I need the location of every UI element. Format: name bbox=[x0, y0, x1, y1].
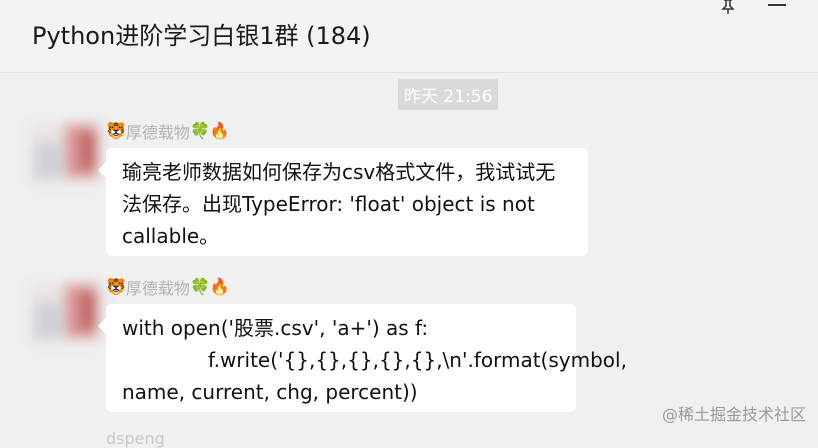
chat-header: Python进阶学习白银1群 (184) bbox=[0, 0, 818, 73]
message-line: callable。 bbox=[122, 224, 220, 248]
fire-emoji-icon: 🔥 bbox=[209, 277, 230, 296]
message-line: f.write('{},{},{},{},{},\n'.format(symbo… bbox=[208, 348, 627, 372]
sender-name: 🐯 厚德载物 🍀 🔥 bbox=[106, 275, 230, 299]
minimize-icon[interactable] bbox=[768, 4, 786, 6]
fire-emoji-icon: 🔥 bbox=[209, 121, 230, 140]
sender-name-partial: dspeng bbox=[106, 429, 165, 448]
message-bubble[interactable]: 瑜亮老师数据如何保存为csv格式文件，我试试无 法保存。出现TypeError:… bbox=[98, 148, 588, 256]
tiger-emoji-icon: 🐯 bbox=[106, 121, 126, 140]
message-bubble[interactable]: with open('股票.csv', 'a+') as f: f.write(… bbox=[98, 304, 627, 412]
sender-name-text: 厚德载物 bbox=[125, 279, 190, 298]
message-list[interactable]: 昨天 21:56 🐯 厚德载物 🍀 🔥 瑜亮老师数据如何保存为csv格式文件，我… bbox=[0, 73, 818, 448]
sender-name-text: 厚德载物 bbox=[125, 123, 190, 142]
message-line: 瑜亮老师数据如何保存为csv格式文件，我试试无 bbox=[122, 160, 556, 184]
message-line: 法保存。出现TypeError: 'float' object is not bbox=[122, 192, 535, 216]
clover-emoji-icon: 🍀 bbox=[189, 277, 210, 296]
sender-name: 🐯 厚德载物 🍀 🔥 bbox=[106, 119, 230, 143]
avatar[interactable] bbox=[30, 283, 104, 343]
message-line: name, current, chg, percent)) bbox=[122, 380, 418, 404]
timestamp-badge: 昨天 21:56 bbox=[398, 79, 499, 110]
watermark: @稀土掘金技术社区 bbox=[661, 405, 806, 424]
message-line: with open('股票.csv', 'a+') as f: bbox=[122, 316, 429, 340]
tiger-emoji-icon: 🐯 bbox=[106, 277, 126, 296]
chat-title: Python进阶学习白银1群 (184) bbox=[32, 22, 371, 50]
pin-icon[interactable] bbox=[718, 0, 738, 14]
avatar[interactable] bbox=[30, 123, 104, 183]
clover-emoji-icon: 🍀 bbox=[189, 121, 210, 140]
